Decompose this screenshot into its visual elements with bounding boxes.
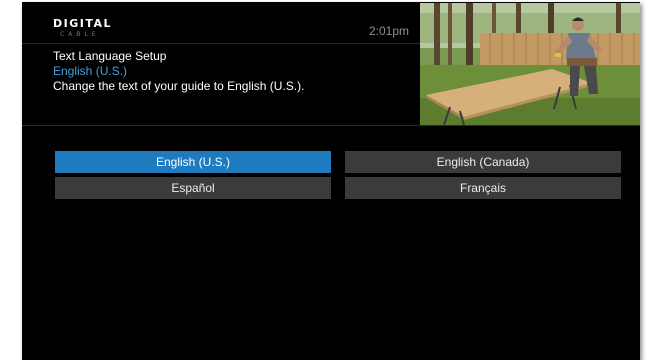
language-option-espanol[interactable]: Español [55, 177, 331, 199]
header-bottom-divider [22, 125, 640, 126]
logo-wordmark: DIGITAL [53, 17, 112, 30]
language-option-english-canada[interactable]: English (Canada) [345, 151, 621, 173]
live-tv-preview [420, 3, 640, 125]
setting-title: Text Language Setup [53, 49, 167, 63]
clock: 2:01pm [368, 24, 409, 38]
guide-header: DIGITAL CABLE 2:01pm Text Language Setup… [22, 2, 640, 125]
language-option-english-us[interactable]: English (U.S.) [55, 151, 331, 173]
tv-screen: DIGITAL CABLE 2:01pm Text Language Setup… [22, 2, 640, 360]
header-divider [22, 43, 420, 44]
language-option-francais[interactable]: Français [345, 177, 621, 199]
selected-language-label: English (U.S.) [53, 64, 128, 78]
digital-cable-logo: DIGITAL CABLE [53, 16, 133, 38]
setting-description: Change the text of your guide to English… [53, 79, 305, 93]
logo-subtext: CABLE [60, 31, 100, 38]
setting-info: Text Language Setup English (U.S.) Chang… [53, 49, 413, 94]
